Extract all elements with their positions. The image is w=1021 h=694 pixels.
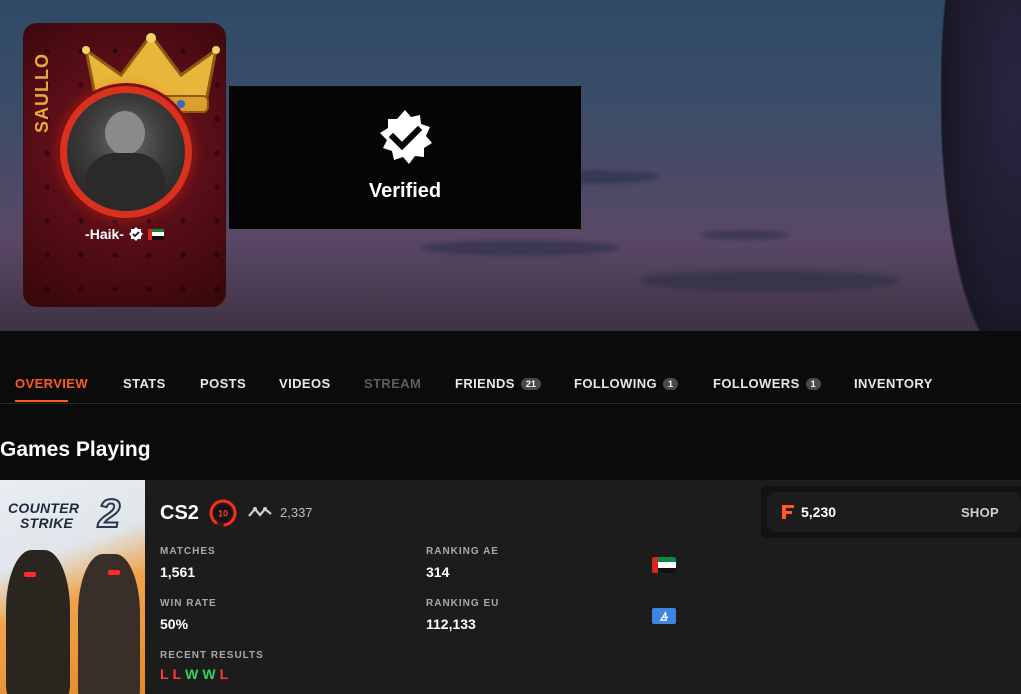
- tab-following[interactable]: FOLLOWING 1: [574, 376, 679, 391]
- points-balance: 5,230: [801, 504, 837, 520]
- username-line: -Haik-: [24, 226, 225, 242]
- cover-logo-line: COUNTER: [8, 500, 80, 516]
- banner-cloud: [420, 240, 620, 256]
- tab-label: FRIENDS: [455, 376, 515, 391]
- cover-logo: COUNTER STRIKE: [8, 501, 79, 531]
- result-loss: L: [219, 666, 229, 682]
- points-shop-panel: 5,230 SHOP: [761, 486, 1021, 538]
- card-vertical-name: SAULLO: [32, 53, 52, 133]
- tab-videos[interactable]: VIDEOS: [279, 376, 331, 391]
- cover-soldier: [6, 550, 70, 694]
- following-count-badge: 1: [663, 377, 679, 390]
- banner-cloud: [640, 270, 900, 292]
- tab-stream: STREAM: [364, 376, 421, 391]
- game-cover-image[interactable]: COUNTER STRIKE 2: [0, 480, 145, 694]
- shop-button[interactable]: SHOP: [961, 505, 999, 520]
- win-rate-label: WIN RATE: [160, 598, 217, 609]
- cover-logo-number: 2: [97, 491, 121, 537]
- verified-tooltip: Verified: [229, 86, 581, 229]
- avatar-head: [105, 111, 145, 155]
- result-win: W: [202, 666, 216, 682]
- recent-results: L L W W L: [160, 666, 228, 682]
- tab-stats[interactable]: STATS: [123, 376, 166, 391]
- faceit-points-icon: [782, 505, 794, 519]
- game-name: CS2: [160, 502, 199, 524]
- win-rate-value: 50%: [160, 616, 189, 632]
- tab-label: FOLLOWING: [574, 376, 658, 391]
- matches-value: 1,561: [160, 564, 196, 580]
- game-card[interactable]: COUNTER STRIKE 2 CS2 10 2,337 MATCHES 1,…: [0, 480, 1021, 694]
- profile-tabs: OVERVIEW STATS POSTS VIDEOS STREAM FRIEN…: [0, 331, 1021, 404]
- tab-label: FOLLOWERS: [713, 376, 800, 391]
- banner-cloud: [700, 230, 790, 240]
- tab-label: STATS: [123, 376, 166, 391]
- uae-flag-icon: [147, 228, 164, 240]
- verified-seal-icon: [380, 110, 432, 164]
- tab-label: INVENTORY: [854, 376, 933, 391]
- result-win: W: [185, 666, 199, 682]
- profile-banner: SAULLO -Haik- Verified: [0, 0, 1021, 331]
- verified-label: Verified: [368, 180, 442, 202]
- skill-level-badge: 10: [209, 499, 237, 527]
- cover-goggles: [24, 572, 36, 577]
- tab-posts[interactable]: POSTS: [200, 376, 246, 391]
- elo-icon: [248, 507, 272, 517]
- tab-followers[interactable]: FOLLOWERS 1: [713, 376, 821, 391]
- followers-count-badge: 1: [805, 377, 821, 390]
- tab-friends[interactable]: FRIENDS 21: [455, 376, 541, 391]
- cover-soldier: [78, 554, 140, 694]
- region-glyph-icon: [659, 610, 668, 621]
- cover-goggles: [108, 570, 120, 575]
- tab-label: OVERVIEW: [15, 376, 89, 391]
- points-shop-inner: 5,230 SHOP: [767, 492, 1021, 532]
- cover-logo-line: STRIKE: [20, 515, 74, 531]
- elo-value: 2,337: [280, 505, 313, 520]
- tab-overview[interactable]: OVERVIEW: [15, 376, 88, 391]
- recent-results-label: RECENT RESULTS: [160, 650, 264, 661]
- section-title: Games Playing: [0, 438, 151, 461]
- avatar[interactable]: [67, 93, 185, 211]
- ranking-ae-label: RANKING AE: [426, 546, 499, 557]
- profile-card[interactable]: SAULLO -Haik-: [23, 23, 226, 307]
- banner-character: [941, 0, 1021, 331]
- username[interactable]: -Haik-: [85, 226, 124, 242]
- uae-flag-icon: [652, 557, 676, 573]
- ranking-ae-value[interactable]: 314: [426, 564, 449, 580]
- result-loss: L: [172, 666, 182, 682]
- tab-inventory[interactable]: INVENTORY: [854, 376, 933, 391]
- ranking-eu-value[interactable]: 112,133: [426, 616, 476, 632]
- avatar-ring: [60, 86, 192, 218]
- active-tab-indicator: [15, 400, 68, 402]
- friends-count-badge: 21: [520, 377, 541, 390]
- tab-label: POSTS: [200, 376, 247, 391]
- tab-label: VIDEOS: [279, 376, 331, 391]
- matches-label: MATCHES: [160, 546, 216, 557]
- avatar-body: [85, 153, 165, 211]
- tab-label: STREAM: [364, 376, 422, 391]
- ranking-eu-label: RANKING EU: [426, 598, 500, 609]
- verified-check-icon: [128, 227, 143, 241]
- eu-region-icon: [652, 608, 676, 624]
- skill-level-value: 10: [218, 509, 228, 519]
- result-loss: L: [160, 666, 169, 682]
